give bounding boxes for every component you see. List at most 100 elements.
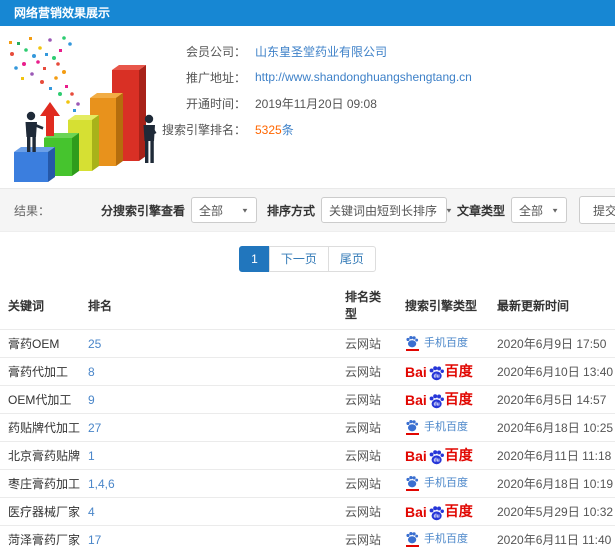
mobile-baidu-label: 手机百度 <box>424 335 468 351</box>
page-last[interactable]: 尾页 <box>328 246 376 272</box>
rank-link[interactable]: 27 <box>88 421 101 435</box>
rank-count-number: 5325 <box>255 123 282 137</box>
chevron-down-icon: ▼ <box>445 206 453 213</box>
promo-url-link[interactable]: http://www.shandonghuangshengtang.cn <box>255 70 472 84</box>
rank-type-cell: 云网站 <box>337 442 397 470</box>
mobile-baidu-badge: 手机百度 <box>405 531 468 547</box>
table-row: 医疗器械厂家 4 云网站 Baidu 百度 2020年5月29日 10:32 <box>0 498 615 526</box>
rank-count-unit: 条 <box>282 123 294 137</box>
baidu-logo-cn: 百度 <box>445 503 473 519</box>
table-row: 枣庄膏药加工 1,4,6 云网站 手机百度 2020年6月18日 10:19 <box>0 470 615 498</box>
article-type-select[interactable]: 全部 ▼ <box>511 197 567 223</box>
chevron-down-icon: ▼ <box>241 206 249 213</box>
baidu-logo-cn: 百度 <box>445 363 473 379</box>
rank-cell: 27 <box>80 414 337 442</box>
engine-cell: Baidu百度 <box>397 358 489 386</box>
article-type-selected: 全部 <box>519 202 543 219</box>
engine-cell: 手机百度 <box>397 526 489 553</box>
app-header: 网络营销效果展示 <box>0 0 615 26</box>
keyword-cell: 药贴牌代加工 <box>0 414 80 442</box>
info-row-company: 会员公司： 山东皇圣堂药业有限公司 <box>158 38 615 64</box>
rank-link[interactable]: 1,4,6 <box>88 477 115 491</box>
rank-link[interactable]: 8 <box>88 365 95 379</box>
baidu-paw-icon: du <box>428 505 445 521</box>
rank-type-cell: 云网站 <box>337 498 397 526</box>
sort-select[interactable]: 关键词由短到长排序 ▼ <box>321 197 447 223</box>
results-table: 关键词 排名 排名类型 搜索引擎类型 最新更新时间 膏药OEM 25 云网站 手… <box>0 280 615 553</box>
open-time-value: 2019年11月20日 09:08 <box>255 95 377 112</box>
table-header-row: 关键词 排名 排名类型 搜索引擎类型 最新更新时间 <box>0 280 615 330</box>
company-link[interactable]: 山东皇圣堂药业有限公司 <box>255 43 387 60</box>
svg-text:du: du <box>433 402 439 408</box>
rank-link[interactable]: 9 <box>88 393 95 407</box>
filter-controls: 分搜索引擎查看 全部 ▼ 排序方式 关键词由短到长排序 ▼ 文章类型 全部 ▼ … <box>91 196 615 224</box>
keyword-cell: 菏泽膏药厂家 <box>0 526 80 553</box>
baidu-paw-icon <box>405 475 419 491</box>
submit-button[interactable]: 提交 <box>579 196 615 224</box>
filter-bar: 结果： 分搜索引擎查看 全部 ▼ 排序方式 关键词由短到长排序 ▼ 文章类型 全… <box>0 188 615 232</box>
keyword-cell: 枣庄膏药加工 <box>0 470 80 498</box>
table-row: 膏药OEM 25 云网站 手机百度 2020年6月9日 17:50 <box>0 330 615 358</box>
rank-link[interactable]: 25 <box>88 337 101 351</box>
article-type-label: 文章类型 <box>457 202 505 219</box>
table-body: 膏药OEM 25 云网站 手机百度 2020年6月9日 17:50 膏药代加工 … <box>0 330 615 553</box>
engine-view-label: 分搜索引擎查看 <box>101 202 185 219</box>
rank-cell: 4 <box>80 498 337 526</box>
engine-cell: 手机百度 <box>397 330 489 358</box>
bar-blue <box>14 147 55 182</box>
rank-link[interactable]: 17 <box>88 533 101 547</box>
rank-type-cell: 云网站 <box>337 330 397 358</box>
baidu-logo-badge: Baidu 百度 <box>405 391 473 407</box>
mobile-baidu-label: 手机百度 <box>424 419 468 435</box>
rank-type-cell: 云网站 <box>337 526 397 553</box>
table-row: 膏药代加工 8 云网站 Baidu百度 2020年6月10日 13:40 <box>0 358 615 386</box>
up-arrow <box>40 102 60 136</box>
rank-link[interactable]: 1 <box>88 449 95 463</box>
table-row: 北京膏药贴牌 1 云网站 Baidu百度 2020年6月11日 11:18 <box>0 442 615 470</box>
updated-cell: 2020年6月9日 17:50 <box>489 330 615 358</box>
info-row-open-time: 开通时间： 2019年11月20日 09:08 <box>158 90 615 116</box>
baidu-logo-bai: Bai <box>405 448 427 464</box>
result-label: 结果： <box>14 202 50 219</box>
mobile-baidu-badge: 手机百度 <box>405 335 468 351</box>
keyword-cell: 北京膏药贴牌 <box>0 442 80 470</box>
baidu-logo-bai: Bai <box>405 392 427 408</box>
updated-cell: 2020年6月10日 13:40 <box>489 358 615 386</box>
mobile-baidu-badge: 手机百度 <box>405 419 468 435</box>
col-updated: 最新更新时间 <box>489 280 615 330</box>
engine-view-select[interactable]: 全部 ▼ <box>191 197 257 223</box>
engine-cell: Baidu百度 <box>397 442 489 470</box>
rank-link[interactable]: 4 <box>88 505 95 519</box>
baidu-logo-bai: Bai <box>405 504 427 520</box>
updated-cell: 2020年5月29日 10:32 <box>489 498 615 526</box>
col-keyword: 关键词 <box>0 280 80 330</box>
info-section: 会员公司： 山东皇圣堂药业有限公司 推广地址： http://www.shand… <box>0 26 615 188</box>
updated-cell: 2020年6月11日 11:18 <box>489 442 615 470</box>
svg-text:du: du <box>433 374 439 380</box>
info-row-rank-count: 搜索引擎排名： 5325条 <box>158 116 615 142</box>
rank-type-cell: 云网站 <box>337 414 397 442</box>
baidu-paw-icon <box>405 419 419 435</box>
svg-text:du: du <box>433 514 439 520</box>
red-underline <box>406 433 419 435</box>
pagination: 1 下一页 尾页 <box>0 246 615 272</box>
engine-cell: 手机百度 <box>397 470 489 498</box>
rank-cell: 8 <box>80 358 337 386</box>
svg-text:du: du <box>433 458 439 464</box>
rank-cell: 25 <box>80 330 337 358</box>
businessman-left <box>26 112 44 152</box>
col-rank: 排名 <box>80 280 337 330</box>
keyword-cell: 膏药代加工 <box>0 358 80 386</box>
page-current[interactable]: 1 <box>239 246 270 272</box>
rank-cell: 1 <box>80 442 337 470</box>
updated-cell: 2020年6月11日 11:40 <box>489 526 615 553</box>
keyword-cell: 医疗器械厂家 <box>0 498 80 526</box>
info-row-url: 推广地址： http://www.shandonghuangshengtang.… <box>158 64 615 90</box>
baidu-logo-badge: Baidu百度 <box>405 363 473 379</box>
table-row: 药贴牌代加工 27 云网站 手机百度 2020年6月18日 10:25 <box>0 414 615 442</box>
page-next[interactable]: 下一页 <box>269 246 329 272</box>
sort-label: 排序方式 <box>267 202 315 219</box>
page-title: 网络营销效果展示 <box>14 6 110 20</box>
baidu-logo-cn: 百度 <box>445 391 473 407</box>
baidu-paw-icon: du <box>428 449 445 465</box>
